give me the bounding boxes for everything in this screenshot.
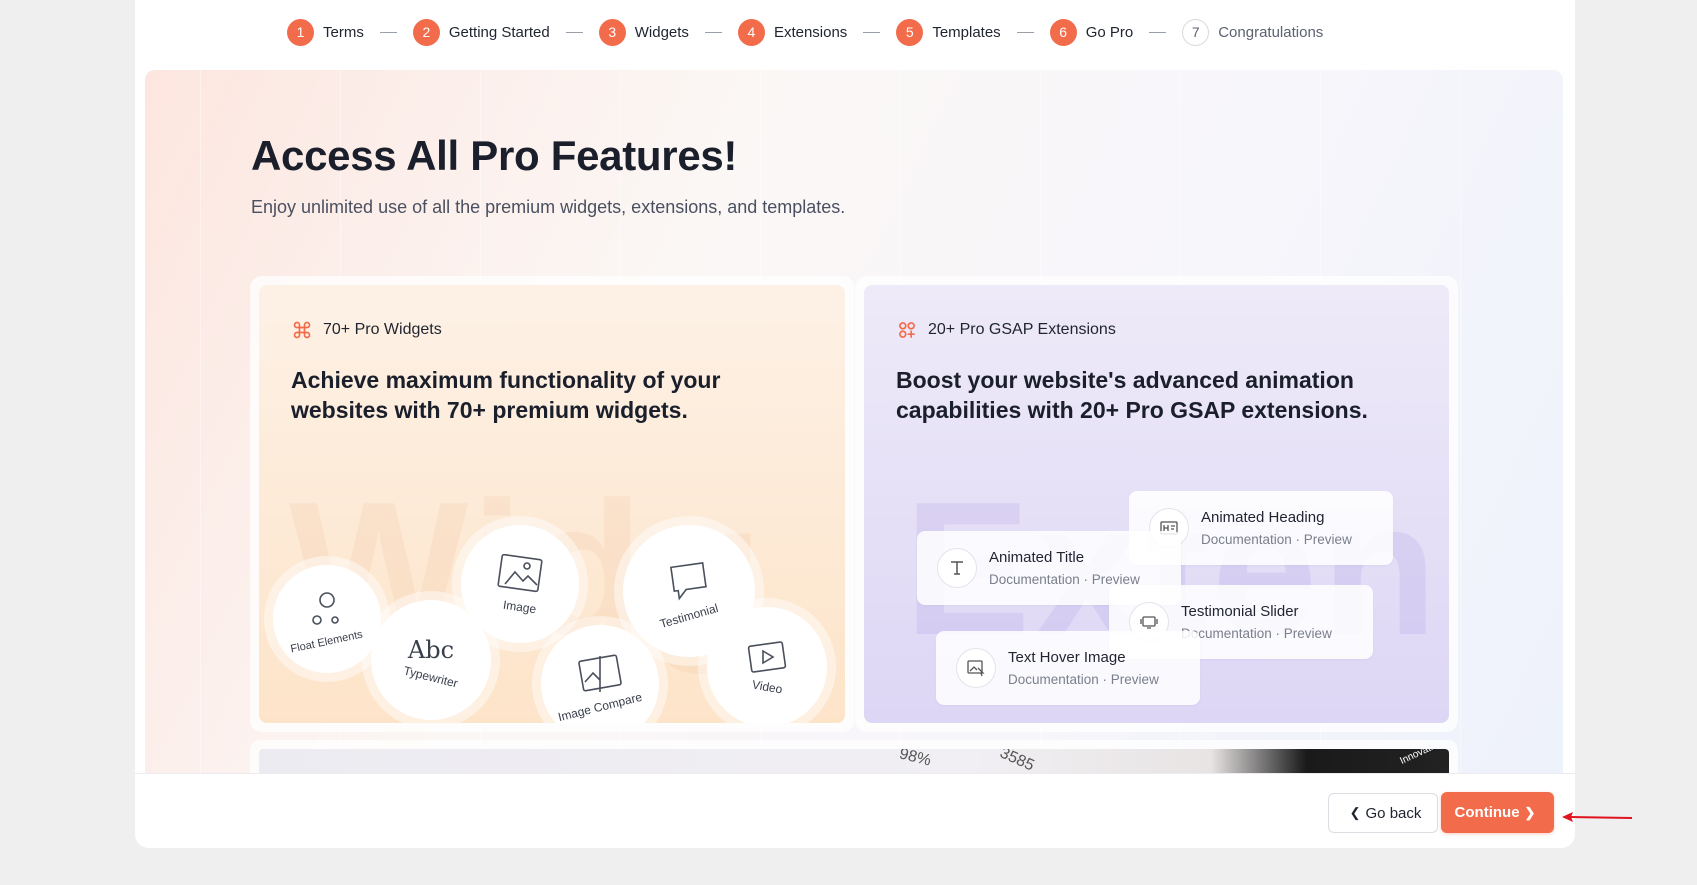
step-widgets[interactable]: 3 Widgets [598,18,689,46]
continue-label: Continue [1454,804,1520,821]
bubble-label: Video [750,677,784,697]
testimonial-icon [670,562,707,601]
continue-button[interactable]: Continue ❯ [1441,792,1554,833]
step-number: 4 [737,18,765,46]
feature-title: Animated Heading [1201,509,1325,526]
templates-preview-image: 98% 3585 Innovati [259,749,1449,773]
step-number: 7 [1182,18,1210,46]
preview-stat: 98% [897,749,933,770]
bubble-label: Typewriter [402,663,460,691]
preview-stat: 3585 [997,749,1037,773]
image-compare-icon [578,654,622,692]
step-separator [565,31,583,33]
step-number: 5 [896,18,924,46]
image-icon [497,554,543,593]
step-number: 3 [598,18,626,46]
annotation-arrow-icon [1562,812,1633,822]
step-number: 6 [1049,18,1077,46]
feature-links[interactable]: Documentation · Preview [1181,626,1332,641]
chevron-left-icon: ❮ [1349,805,1361,820]
card-tag-label: 20+ Pro GSAP Extensions [928,321,1116,338]
step-extensions[interactable]: 4 Extensions [737,18,848,46]
step-label: Widgets [634,23,689,41]
step-label: Go Pro [1085,23,1134,41]
step-go-pro[interactable]: 6 Go Pro [1049,18,1134,46]
step-getting-started[interactable]: 2 Getting Started [412,18,550,46]
hover-image-icon [956,648,996,688]
feature-links[interactable]: Documentation · Preview [1008,672,1159,687]
pro-widgets-card: 70+ Pro Widgets Achieve maximum function… [259,285,845,723]
feature-text-hover-image: Text Hover Image Documentation · Preview [936,631,1200,705]
step-separator [1016,31,1034,33]
page-subtitle: Enjoy unlimited use of all the premium w… [251,197,846,217]
float-elements-icon [312,592,339,625]
card-heading: Boost your website's advanced animation … [896,367,1368,423]
preview-label: Innovati [1398,749,1435,767]
feature-cards: 70+ Pro Widgets Achieve maximum function… [250,276,1458,732]
step-terms[interactable]: 1 Terms [287,18,364,46]
step-number: 1 [287,18,314,46]
feature-title: Testimonial Slider [1181,603,1299,620]
bubble-label: Image Compare [556,689,644,723]
step-templates[interactable]: 5 Templates [896,18,1001,46]
step-label: Getting Started [448,23,550,41]
bubble-label: Testimonial [658,600,720,632]
page-title: Access All Pro Features! [251,132,738,179]
chevron-right-icon: ❯ [1524,804,1536,820]
feature-title: Text Hover Image [1008,649,1126,666]
image-bubble: Image [461,525,579,643]
card-heading: Achieve maximum functionality of your we… [291,367,721,423]
pro-features-hero: Access All Pro Features! Enjoy unlimited… [145,70,1563,773]
card-tag-label: 70+ Pro Widgets [323,321,442,338]
go-back-label: Go back [1365,804,1422,822]
command-icon [291,319,313,341]
templates-preview-strip: 98% 3585 Innovati [250,740,1458,773]
feature-title: Animated Title [989,549,1085,566]
setup-stepper: 1 Terms 2 Getting Started 3 Widgets 4 Extens… [287,18,1323,46]
video-bubble: Video [707,607,827,723]
step-separator [379,31,397,33]
wizard-panel: 1 Terms 2 Getting Started 3 Widgets 4 Extens… [135,0,1575,848]
typewriter-icon: Abc [407,636,455,664]
step-label: Congratulations [1218,23,1324,41]
step-separator [1149,31,1167,33]
step-label: Templates [932,23,1001,41]
video-icon [747,641,787,673]
step-label: Extensions [773,23,848,41]
step-label: Terms [323,23,364,41]
feature-links[interactable]: Documentation · Preview [1201,532,1352,547]
bubble-label: Image [502,597,538,617]
step-separator [704,31,722,33]
go-back-button[interactable]: ❮ Go back [1328,793,1438,833]
step-number: 2 [412,18,440,46]
wizard-footer: ❮ Go back Continue ❯ [135,773,1575,848]
apps-add-icon [896,319,918,341]
float-elements-bubble: Float Elements [273,565,381,673]
card-tag: 20+ Pro GSAP Extensions [896,319,1116,341]
card-tag: 70+ Pro Widgets [291,319,442,341]
step-congratulations[interactable]: 7 Congratulations [1182,18,1324,46]
text-t-icon [937,548,977,588]
bubble-label: Float Elements [289,628,365,656]
pro-extensions-card: 20+ Pro GSAP Extensions Boost your websi… [864,285,1449,723]
step-separator [863,31,881,33]
